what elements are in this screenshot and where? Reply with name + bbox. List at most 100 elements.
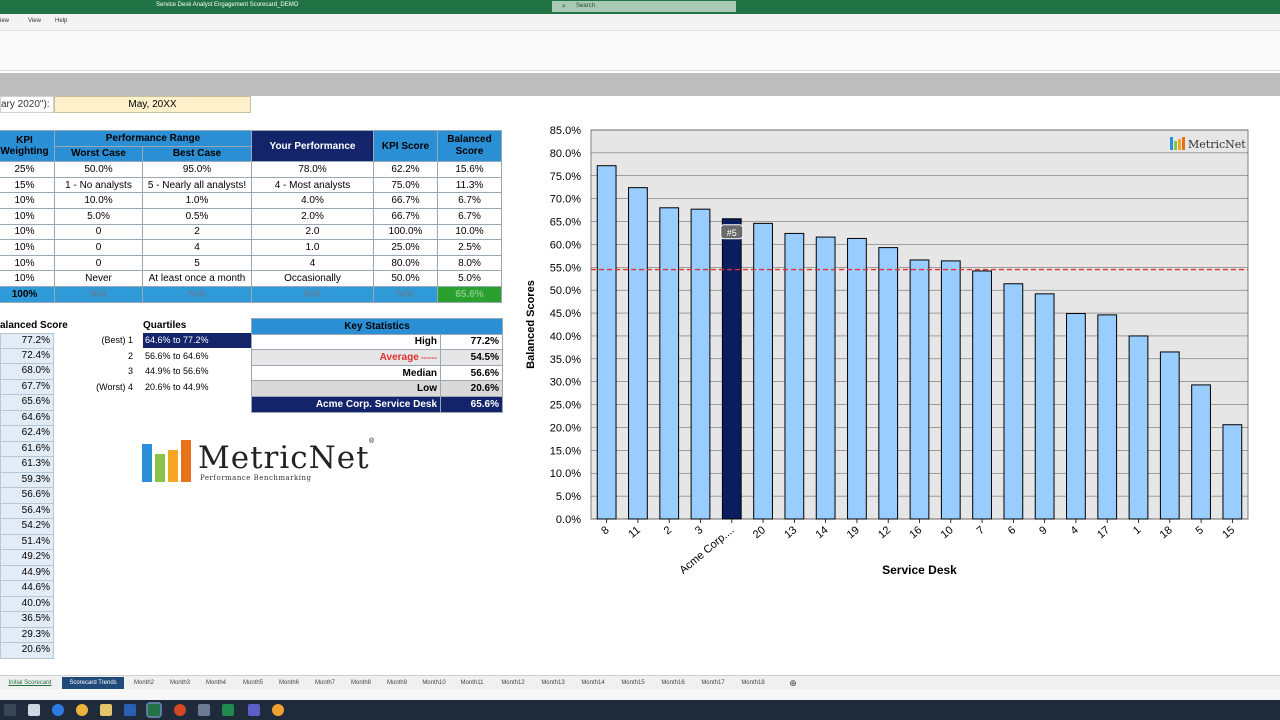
kpi-cell[interactable]: 4.0% <box>251 192 374 209</box>
kpi-cell[interactable]: 6.7% <box>437 192 502 209</box>
balanced-list-cell[interactable]: 54.2% <box>0 519 54 535</box>
kpi-cell[interactable]: 0 <box>54 223 143 241</box>
sheet-tab[interactable]: Month15 <box>615 677 651 689</box>
kpi-cell[interactable]: 10% <box>0 239 55 256</box>
file-explorer-icon[interactable] <box>100 704 112 716</box>
balanced-list-cell[interactable]: 49.2% <box>0 550 54 566</box>
kpi-cell[interactable]: 5 - Nearly all analysts! <box>142 176 252 194</box>
kpi-cell[interactable]: At least once a month <box>142 270 252 287</box>
balanced-list-cell[interactable]: 59.3% <box>0 472 54 488</box>
word-icon[interactable] <box>124 704 136 716</box>
quartile-range[interactable]: 56.6% to 64.6% <box>143 349 253 364</box>
add-sheet-icon[interactable]: ⊕ <box>787 677 799 689</box>
kpi-cell[interactable]: 10% <box>0 254 55 272</box>
total-balanced[interactable]: 65.6% <box>437 285 502 303</box>
sheet-tab[interactable]: Month18 <box>735 677 771 689</box>
app-2-icon[interactable] <box>272 704 284 716</box>
sheet-tab[interactable]: Month6 <box>273 677 305 689</box>
quartile-label[interactable]: (Worst) 4 <box>60 382 133 392</box>
kpi-cell[interactable]: 80.0% <box>373 254 438 272</box>
kpi-cell[interactable]: 10.0% <box>54 192 143 209</box>
search-box[interactable]: ⌕ Search <box>552 1 736 12</box>
kpi-cell[interactable]: 2.0% <box>251 207 374 225</box>
sheet-tab[interactable]: Month10 <box>417 677 451 689</box>
balanced-list-cell[interactable]: 77.2% <box>0 333 54 349</box>
balanced-list-cell[interactable]: 40.0% <box>0 596 54 612</box>
quartile-range[interactable]: 64.6% to 77.2% <box>143 333 253 348</box>
store-icon[interactable] <box>28 704 40 716</box>
kpi-cell[interactable]: 2 <box>142 223 252 241</box>
kpi-cell[interactable]: 15.6% <box>437 161 502 178</box>
balanced-list-cell[interactable]: 65.6% <box>0 395 54 411</box>
sheet-tab[interactable]: Month4 <box>200 677 232 689</box>
kpi-cell[interactable]: 0 <box>54 254 143 272</box>
balanced-list-cell[interactable]: 61.6% <box>0 441 54 457</box>
edge-icon[interactable] <box>52 704 64 716</box>
key-stat-value[interactable]: 20.6% <box>440 380 503 397</box>
balanced-list-cell[interactable]: 56.4% <box>0 503 54 519</box>
kpi-cell[interactable]: 75.0% <box>373 176 438 194</box>
key-stat-label[interactable]: High <box>251 333 441 351</box>
kpi-cell[interactable]: 0 <box>54 239 143 256</box>
balanced-list-cell[interactable]: 44.9% <box>0 565 54 581</box>
kpi-cell[interactable]: 5.0% <box>54 207 143 225</box>
period-label[interactable]: ary 2020"): <box>0 96 54 113</box>
chrome-icon[interactable] <box>76 704 88 716</box>
key-stat-value[interactable]: 56.6% <box>440 364 503 382</box>
sheet-tab[interactable]: Month12 <box>495 677 531 689</box>
month-cell[interactable]: May, 20XX <box>54 96 251 113</box>
sheet-tab[interactable]: Month9 <box>381 677 413 689</box>
quartile-range[interactable]: 20.6% to 44.9% <box>143 380 253 395</box>
kpi-cell[interactable]: 2.5% <box>437 239 502 256</box>
sheet-tab[interactable]: Month2 <box>128 677 160 689</box>
balanced-scores-chart[interactable]: 0.0% 5.0% 10.0% 15.0% 20.0% 25.0% 30.0% 35.0% 40… <box>520 120 1260 590</box>
kpi-cell[interactable]: 11.3% <box>437 176 502 194</box>
kpi-cell[interactable]: 4 - Most analysts <box>251 176 374 194</box>
kpi-cell[interactable]: 8.0% <box>437 254 502 272</box>
total-best[interactable]: N/A <box>142 285 252 303</box>
balanced-list-cell[interactable]: 20.6% <box>0 643 54 659</box>
key-stat-value[interactable]: 65.6% <box>440 395 503 413</box>
sheet-tab[interactable]: Month13 <box>535 677 571 689</box>
total-worst[interactable]: N/A <box>54 285 143 303</box>
windows-start-icon[interactable] <box>4 704 16 716</box>
sheet-tab[interactable]: Month7 <box>309 677 341 689</box>
menu-help[interactable]: Help <box>55 18 67 24</box>
balanced-list-cell[interactable]: 67.7% <box>0 379 54 395</box>
sheet-tab[interactable]: Month8 <box>345 677 377 689</box>
kpi-cell[interactable]: 4 <box>251 254 374 272</box>
powerpoint-icon[interactable] <box>174 704 186 716</box>
kpi-cell[interactable]: 0.5% <box>142 207 252 225</box>
kpi-cell[interactable]: 2.0 <box>251 223 374 241</box>
quartile-label[interactable]: 2 <box>60 351 133 361</box>
total-your[interactable]: N/A <box>251 285 374 303</box>
kpi-cell[interactable]: 5.0% <box>437 270 502 287</box>
key-stat-value[interactable]: 77.2% <box>440 333 503 351</box>
kpi-cell[interactable]: 66.7% <box>373 192 438 209</box>
balanced-list-cell[interactable]: 36.5% <box>0 612 54 628</box>
kpi-cell[interactable]: Never <box>54 270 143 287</box>
menu-review[interactable]: view <box>0 18 9 24</box>
kpi-cell[interactable]: 1 - No analysts <box>54 176 143 194</box>
kpi-cell[interactable]: 10.0% <box>437 223 502 241</box>
kpi-cell[interactable]: 100.0% <box>373 223 438 241</box>
kpi-cell[interactable]: 15% <box>0 176 55 194</box>
kpi-cell[interactable]: 1.0% <box>142 192 252 209</box>
kpi-cell[interactable]: 25% <box>0 161 55 178</box>
key-stat-value[interactable]: 54.5% <box>440 349 503 366</box>
balanced-list-cell[interactable]: 72.4% <box>0 348 54 364</box>
sheet-tab[interactable]: Month3 <box>164 677 196 689</box>
kpi-cell[interactable]: 10% <box>0 207 55 225</box>
quartile-label[interactable]: (Best) 1 <box>60 335 133 345</box>
kpi-cell[interactable]: 5 <box>142 254 252 272</box>
app-icon[interactable] <box>198 704 210 716</box>
balanced-list-cell[interactable]: 61.3% <box>0 457 54 473</box>
kpi-cell[interactable]: 25.0% <box>373 239 438 256</box>
kpi-cell[interactable]: 95.0% <box>142 161 252 178</box>
sheet-tab[interactable]: Month11 <box>453 677 491 689</box>
sheet-tab[interactable]: Month14 <box>575 677 611 689</box>
quartile-label[interactable]: 3 <box>60 366 133 376</box>
excel-icon[interactable] <box>146 702 162 718</box>
kpi-cell[interactable]: 62.2% <box>373 161 438 178</box>
key-stat-label[interactable]: Median <box>251 364 441 382</box>
